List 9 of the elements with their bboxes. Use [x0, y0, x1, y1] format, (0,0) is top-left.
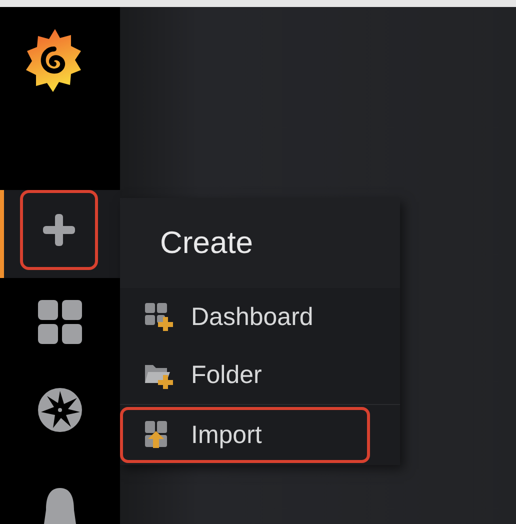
- grid-icon[interactable]: [38, 300, 82, 344]
- plus-icon[interactable]: [41, 212, 77, 248]
- menu-item[interactable]: Dashboard: [120, 289, 370, 345]
- menu-title: Create: [160, 225, 254, 261]
- menu-item[interactable]: Folder: [120, 347, 370, 403]
- logo-icon[interactable]: [25, 29, 83, 93]
- grid-plus-icon: [145, 303, 173, 331]
- compass-icon[interactable]: [38, 388, 82, 432]
- menu-item[interactable]: Import: [120, 407, 370, 463]
